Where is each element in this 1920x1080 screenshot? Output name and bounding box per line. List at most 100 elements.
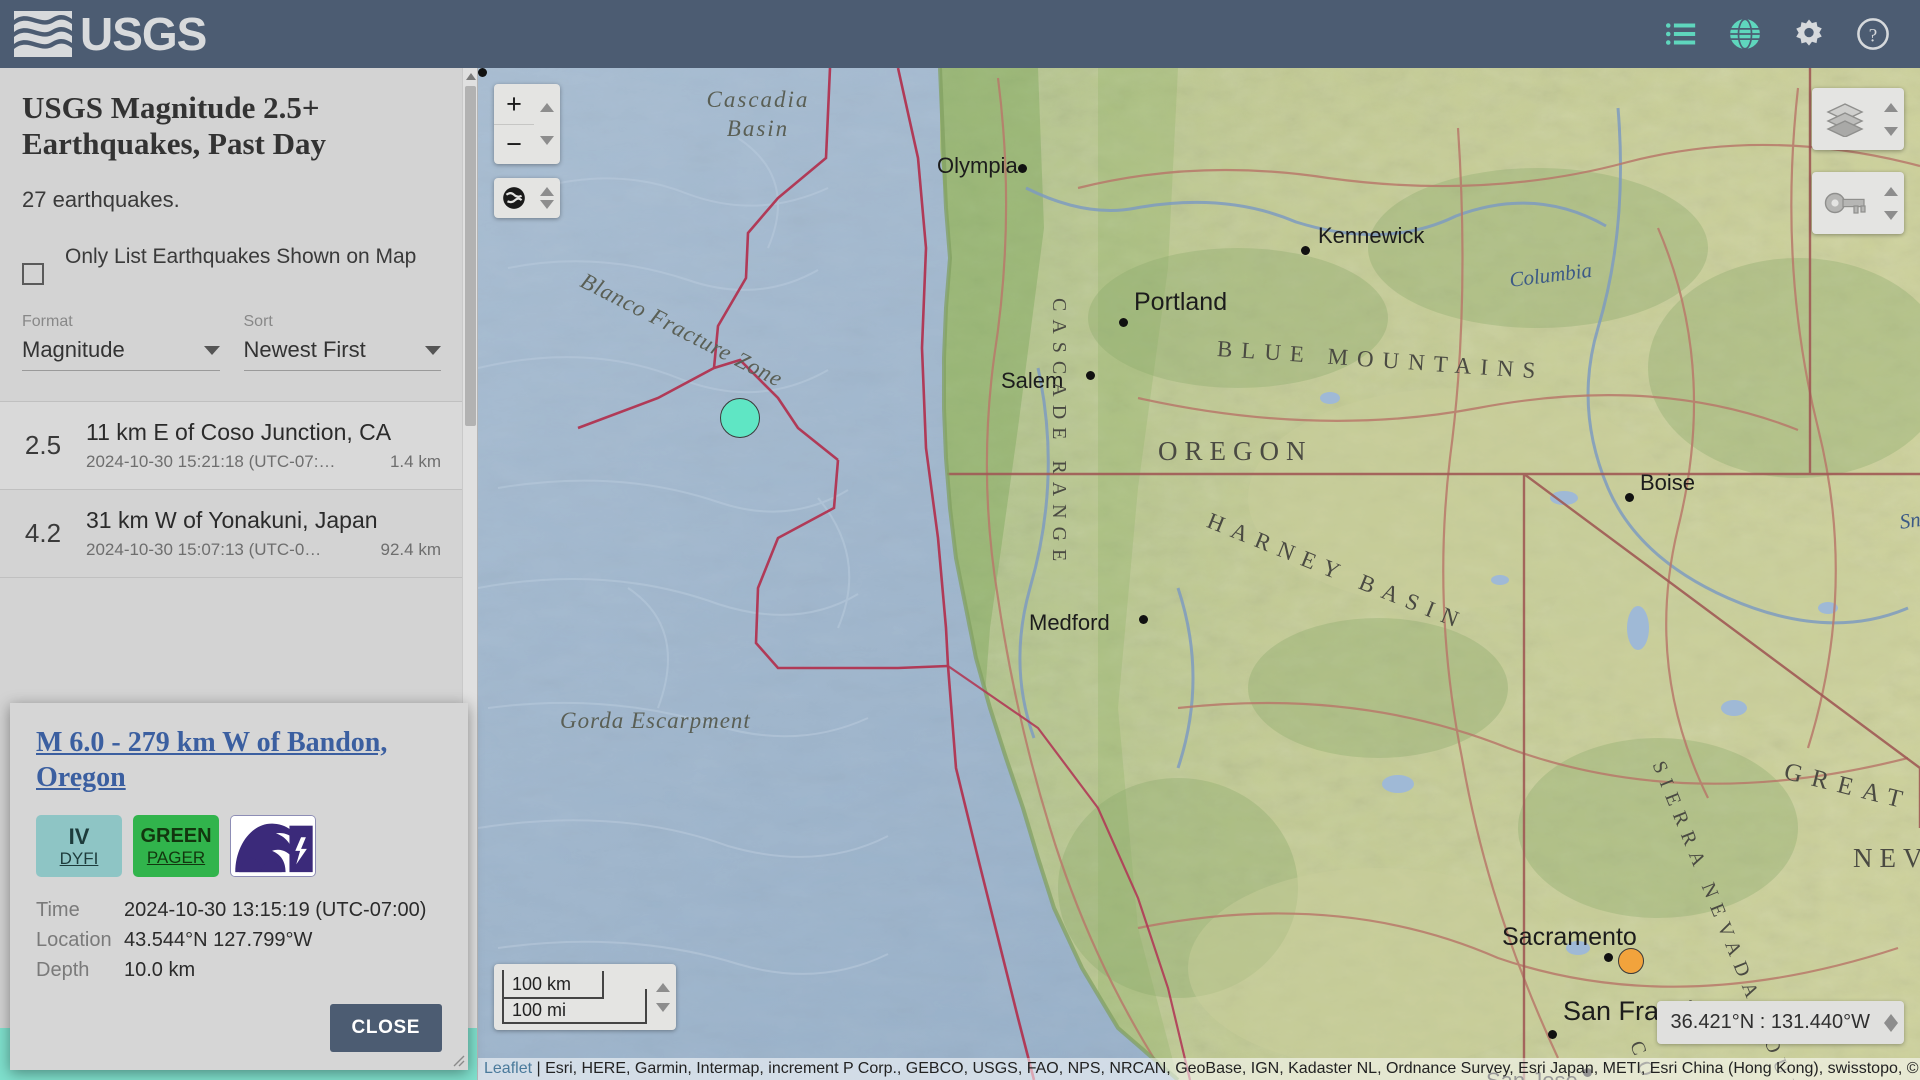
home-control-spinner[interactable] xyxy=(534,178,560,218)
earthquake-meta: 2024-10-30 15:07:13 (UTC-0… 92.4 km xyxy=(86,540,453,560)
usgs-wave-logo-icon xyxy=(14,11,72,57)
only-list-shown-on-map-row[interactable]: Only List Earthquakes Shown on Map xyxy=(0,213,463,286)
leaflet-link[interactable]: Leaflet xyxy=(484,1060,532,1077)
close-button[interactable]: CLOSE xyxy=(329,1004,442,1052)
earthquake-meta: 2024-10-30 15:21:18 (UTC-07:… 1.4 km xyxy=(86,452,453,472)
gear-icon[interactable] xyxy=(1792,17,1826,51)
scroll-up-button[interactable] xyxy=(463,68,477,84)
earthquake-list-item[interactable]: 4.2 31 km W of Yonakuni, Japan 2024-10-30 … xyxy=(0,490,463,579)
tsunami-wave-icon[interactable] xyxy=(230,815,316,877)
city-dot-olympia xyxy=(1018,164,1027,173)
popup-badge-group: IV DYFI GREEN PAGER xyxy=(36,815,442,877)
layers-control[interactable] xyxy=(1812,88,1904,150)
sort-select[interactable]: Newest First xyxy=(243,337,441,372)
layers-icon[interactable] xyxy=(1812,88,1878,150)
city-dot-carson-city xyxy=(478,68,487,77)
usgs-earthquake-map-app: USGS ? Cascadia Basin Blanco Fracture Zo… xyxy=(0,0,1920,1080)
popup-fact-value: 43.544°N 127.799°W xyxy=(124,929,313,951)
popup-fact-row: Depth 10.0 km xyxy=(36,959,442,982)
spinner-down-icon[interactable] xyxy=(540,136,554,145)
spinner-down-icon[interactable] xyxy=(540,200,554,209)
layers-control-spinner[interactable] xyxy=(1878,88,1904,150)
earthquake-depth: 1.4 km xyxy=(389,452,441,472)
earthquake-time: 2024-10-30 15:21:18 (UTC-07:… xyxy=(86,452,336,472)
map-container[interactable]: Cascadia Basin Blanco Fracture Zone Gorda … xyxy=(478,68,1920,1080)
dyfi-label: DYFI xyxy=(59,848,99,868)
spinner-down-icon[interactable] xyxy=(1884,126,1898,136)
city-dot-sacramento xyxy=(1604,953,1613,962)
format-label: Format xyxy=(22,313,73,331)
coordinate-readout-control[interactable]: 36.421°N : 131.440°W xyxy=(1656,1001,1904,1044)
earthquake-marker[interactable] xyxy=(1618,948,1644,974)
chevron-down-icon xyxy=(203,345,220,355)
scrollbar-thumb[interactable] xyxy=(465,86,476,426)
popup-resize-handle[interactable] xyxy=(452,1054,465,1067)
scale-metric-label: 100 km xyxy=(512,973,572,994)
city-dot-portland xyxy=(1119,318,1128,327)
attribution-text: | Esri, HERE, Garmin, Intermap, incremen… xyxy=(536,1060,1920,1077)
zoom-control-spinner[interactable] xyxy=(534,84,560,164)
pager-badge[interactable]: GREEN PAGER xyxy=(133,815,219,877)
earthquake-place: 11 km E of Coso Junction, CA xyxy=(86,419,392,446)
city-dot-kennewick xyxy=(1301,246,1310,255)
earthquake-time: 2024-10-30 15:07:13 (UTC-0… xyxy=(86,540,322,560)
globe-icon[interactable] xyxy=(1728,17,1762,51)
home-extent-control[interactable] xyxy=(494,178,560,218)
earthquake-marker-selected[interactable] xyxy=(720,398,760,438)
popup-title-link[interactable]: M 6.0 - 279 km W of Bandon, Oregon xyxy=(36,725,442,795)
dyfi-intensity: IV xyxy=(68,823,90,849)
city-dot-san-francisco xyxy=(1548,1030,1557,1039)
page-title: USGS Magnitude 2.5+ Earthquakes, Past Da… xyxy=(22,90,327,161)
usgs-logo-text: USGS xyxy=(80,8,207,60)
scale-bottom-line xyxy=(502,1022,647,1024)
earthquake-depth: 92.4 km xyxy=(380,540,441,560)
spinner-down-icon[interactable] xyxy=(1884,1022,1898,1032)
popup-fact-value: 10.0 km xyxy=(124,959,196,981)
help-icon[interactable]: ? xyxy=(1856,17,1890,51)
earthquake-item-body: 31 km W of Yonakuni, Japan 2024-10-30 15:… xyxy=(86,507,453,560)
legend-key-control[interactable] xyxy=(1812,172,1904,234)
spinner-up-icon[interactable] xyxy=(540,103,554,112)
spinner-up-icon[interactable] xyxy=(1884,1013,1898,1023)
dyfi-badge[interactable]: IV DYFI xyxy=(36,815,122,877)
header-icon-group: ? xyxy=(1664,17,1890,51)
popup-fact-row: Time 2024-10-30 13:15:19 (UTC-07:00) xyxy=(36,899,442,922)
sort-label: Sort xyxy=(243,313,273,331)
spinner-up-icon[interactable] xyxy=(1884,186,1898,196)
scale-bar-control[interactable]: 100 km 100 mi xyxy=(494,964,676,1030)
key-legend-icon[interactable] xyxy=(1812,172,1878,234)
format-select[interactable]: Magnitude xyxy=(22,337,220,372)
globe-home-icon[interactable] xyxy=(494,178,534,218)
pager-level: GREEN xyxy=(140,824,212,847)
scale-bars: 100 km 100 mi xyxy=(502,970,650,1024)
spinner-up-icon[interactable] xyxy=(1884,102,1898,112)
app-header: USGS ? xyxy=(0,0,1920,68)
popup-fact-key: Depth xyxy=(36,959,90,981)
earthquake-list-item[interactable]: 2.5 11 km E of Coso Junction, CA 2024-10-3… xyxy=(0,401,463,491)
spinner-up-icon[interactable] xyxy=(540,187,554,196)
city-dot-salem xyxy=(1086,371,1095,380)
scale-metric-tick xyxy=(602,971,604,997)
format-value: Magnitude xyxy=(22,337,125,363)
zoom-out-button[interactable]: − xyxy=(494,124,534,164)
spinner-down-icon[interactable] xyxy=(1884,210,1898,220)
format-select-group: Format Magnitude xyxy=(22,313,220,372)
only-list-shown-on-map-checkbox[interactable] xyxy=(22,263,44,286)
key-control-spinner[interactable] xyxy=(1878,172,1904,234)
list-icon[interactable] xyxy=(1664,17,1698,51)
earthquake-count: 27 earthquakes. xyxy=(22,187,180,213)
coordinate-control-spinner[interactable] xyxy=(1878,1007,1904,1039)
scale-imperial-row: 100 mi xyxy=(502,989,650,1023)
popup-fact-value: 2024-10-30 13:15:19 (UTC-07:00) xyxy=(124,899,427,921)
scale-metric-row: 100 km xyxy=(502,971,650,997)
city-dot-boise xyxy=(1625,493,1634,502)
earthquake-place: 31 km W of Yonakuni, Japan xyxy=(86,507,378,534)
scale-control-spinner[interactable] xyxy=(650,970,676,1024)
spinner-up-icon[interactable] xyxy=(656,982,670,992)
map-attribution: Leaflet | Esri, HERE, Garmin, Intermap, … xyxy=(478,1058,1920,1080)
scale-imperial-label: 100 mi xyxy=(512,999,567,1020)
zoom-in-button[interactable]: + xyxy=(494,84,534,124)
usgs-logo[interactable]: USGS xyxy=(14,8,207,60)
zoom-control[interactable]: + − xyxy=(494,84,560,164)
spinner-down-icon[interactable] xyxy=(656,1002,670,1012)
